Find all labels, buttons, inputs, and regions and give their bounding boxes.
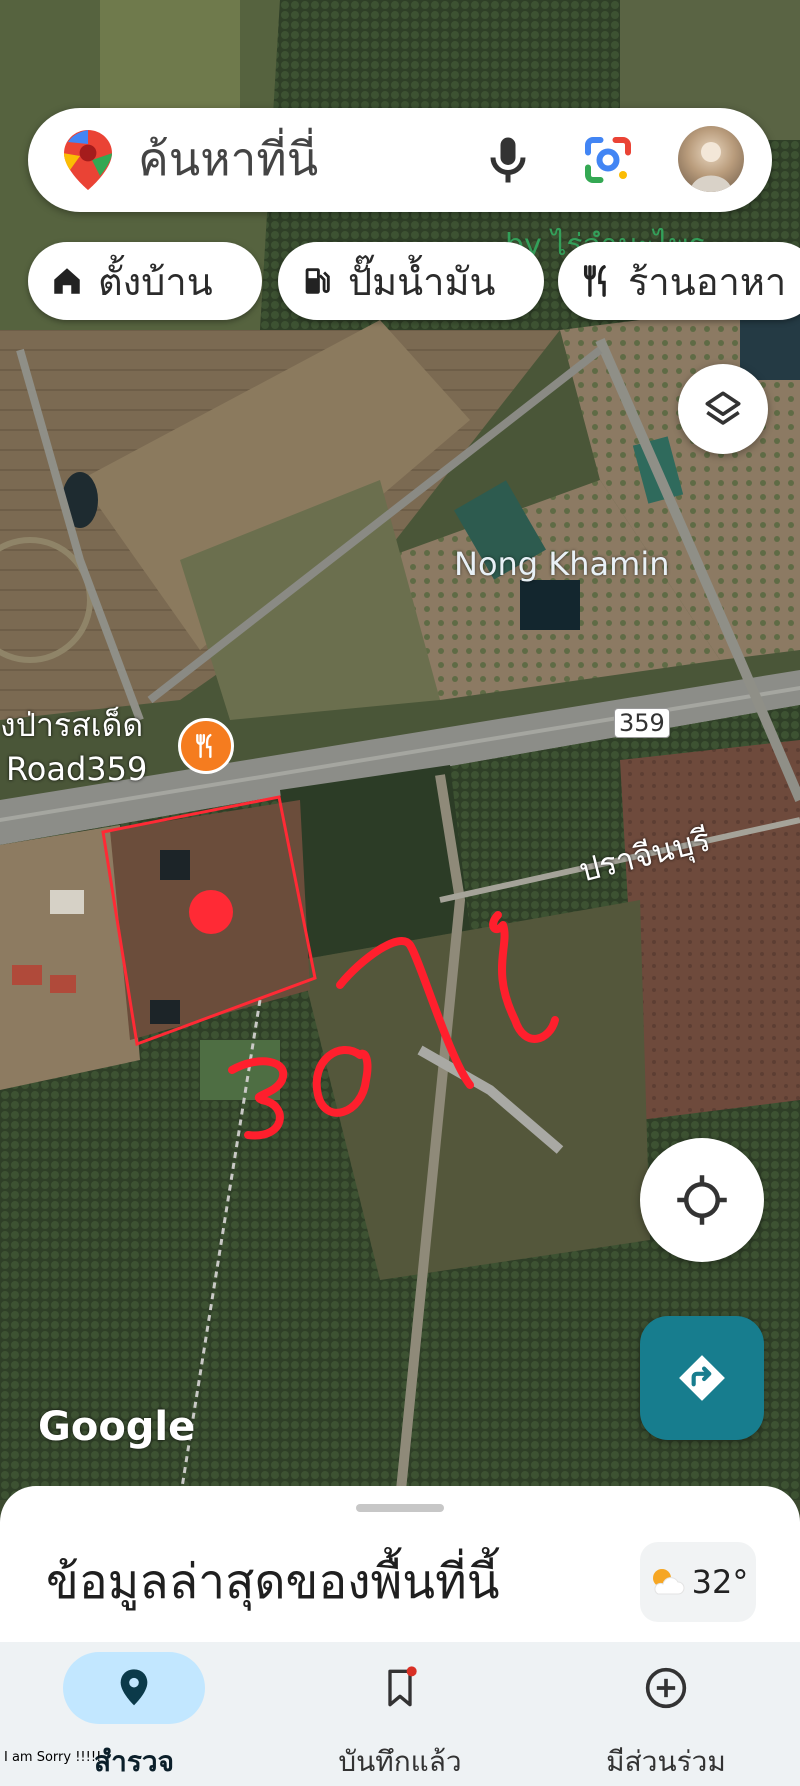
my-location-button[interactable]: [640, 1138, 764, 1262]
road-shield-359: 359: [614, 708, 670, 738]
weather-badge[interactable]: 32°: [640, 1542, 756, 1622]
search-bar[interactable]: ค้นหาที่นี่: [28, 108, 772, 212]
footer-note: I am Sorry !!!!!: [4, 1750, 102, 1765]
map-view[interactable]: by ไร่ลำมะไพร Nong Khamin งป่ารสเด็ด Roa…: [0, 0, 800, 1500]
crosshair-icon: [677, 1175, 727, 1225]
nav-contribute[interactable]: มีส่วนร่วม: [566, 1652, 766, 1784]
google-watermark: Google: [38, 1404, 196, 1450]
chip-label: ปั๊มน้ำมัน: [348, 259, 496, 304]
chip-label: ตั้งบ้าน: [98, 259, 213, 304]
chip-set-home[interactable]: ตั้งบ้าน: [28, 242, 262, 320]
google-maps-logo-icon: [64, 130, 112, 190]
nav-pill-active: [63, 1652, 205, 1724]
map-label-restaurant-road[interactable]: Road359: [6, 750, 147, 788]
directions-button[interactable]: [640, 1316, 764, 1440]
layers-icon: [705, 391, 741, 425]
add-circle-icon: [645, 1667, 687, 1709]
map-label-restaurant-name[interactable]: งป่ารสเด็ด: [0, 700, 143, 751]
gas-station-icon: [305, 268, 330, 294]
partly-sunny-icon: [652, 1569, 685, 1595]
nav-saved[interactable]: บันทึกแล้ว: [300, 1652, 500, 1784]
directions-icon: [679, 1355, 725, 1401]
google-lens-icon[interactable]: [578, 130, 638, 190]
nav-label-saved: บันทึกแล้ว: [338, 1745, 462, 1778]
account-avatar[interactable]: [678, 126, 744, 192]
explore-pin-icon: [120, 1669, 148, 1706]
bookmark-icon: [388, 1666, 417, 1707]
nav-label-contribute: มีส่วนร่วม: [606, 1745, 726, 1778]
chip-gas-station[interactable]: ปั๊มน้ำมัน: [278, 242, 544, 320]
nav-pill: [595, 1652, 737, 1724]
nav-pill: [329, 1652, 471, 1724]
restaurant-icon: [583, 265, 606, 297]
home-icon: [54, 268, 80, 294]
chip-restaurant[interactable]: ร้านอาหา: [558, 242, 800, 320]
chip-label: ร้านอาหา: [628, 259, 787, 304]
sheet-title: ข้อมูลล่าสุดของพื้นที่นี้: [46, 1554, 500, 1610]
microphone-icon[interactable]: [478, 130, 538, 190]
temperature: 32°: [691, 1563, 749, 1601]
map-layers-button[interactable]: [678, 364, 768, 454]
restaurant-pin-icon[interactable]: [178, 718, 234, 774]
property-marker: [189, 890, 233, 934]
search-input[interactable]: ค้นหาที่นี่: [138, 126, 318, 192]
bottom-sheet[interactable]: ข้อมูลล่าสุดของพื้นที่นี้ 32°: [0, 1486, 800, 1646]
bottom-navigation: สำรวจ บันทึกแล้ว มีส่วนร่วม I am Sorry !…: [0, 1642, 800, 1786]
sheet-drag-handle[interactable]: [356, 1504, 444, 1512]
map-label-nong-khamin[interactable]: Nong Khamin: [454, 545, 670, 583]
